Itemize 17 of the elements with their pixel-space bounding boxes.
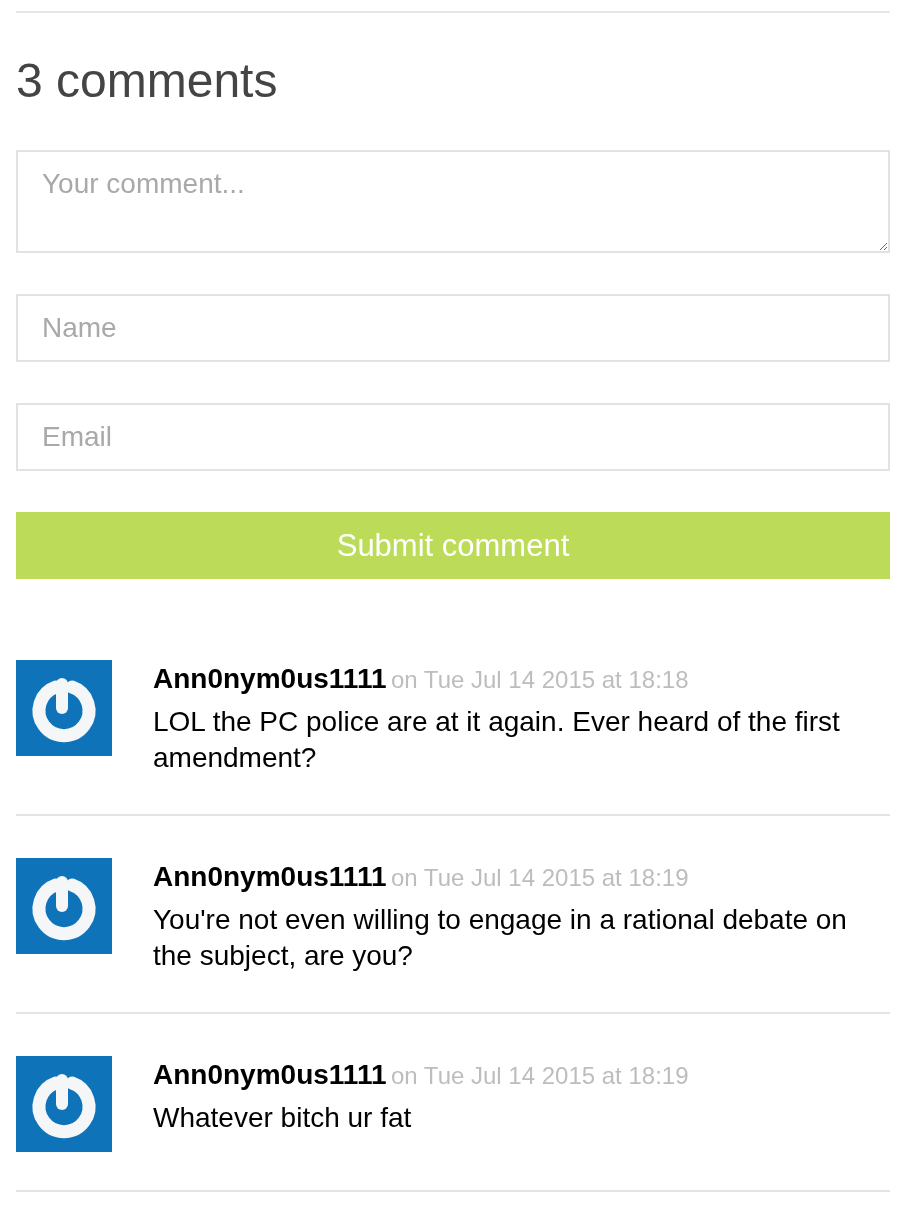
text-input-field[interactable]: Name [16, 294, 890, 362]
submit-button[interactable]: Submit comment [16, 512, 890, 579]
avatar-icon [16, 660, 112, 756]
comment-text: You're not even willing to engage in a rational debate on the subject, are you? [153, 903, 848, 973]
avatar-icon [16, 858, 112, 954]
comment-textarea[interactable]: Your comment... [16, 150, 890, 253]
comment-timestamp: on Tue Jul 14 2015 at 18:18 [390, 666, 689, 693]
comment-timestamp: on Tue Jul 14 2015 at 18:19 [390, 864, 689, 891]
comment-text: LOL the PC police are at it again. Ever heard of the first amendment? [153, 705, 841, 775]
comment-text: Whatever bitch ur fat [153, 1101, 413, 1135]
author-name: Ann0nym0us1111 [153, 861, 387, 892]
comments-heading: 3 comments [16, 53, 279, 109]
author-name: Ann0nym0us1111 [153, 1059, 387, 1090]
avatar-icon [16, 1056, 112, 1152]
comment-timestamp: on Tue Jul 14 2015 at 18:19 [390, 1062, 689, 1089]
author-name: Ann0nym0us1111 [153, 663, 387, 694]
text-input-field[interactable]: Email [16, 403, 890, 471]
